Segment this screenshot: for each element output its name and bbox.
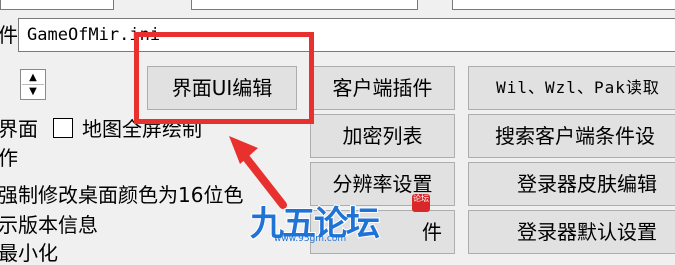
watermark-seal-icon: 论坛	[412, 194, 430, 212]
forum-watermark: 九五论坛 www.95gm.com 论坛	[244, 190, 444, 254]
watermark-url: www.95gm.com	[274, 234, 347, 244]
